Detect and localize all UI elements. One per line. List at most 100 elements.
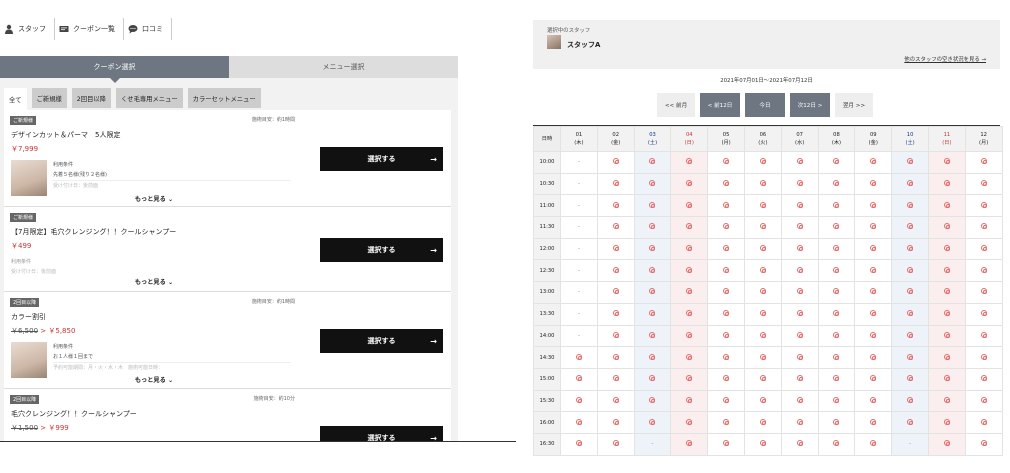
- available-slot[interactable]: [854, 237, 893, 261]
- available-slot[interactable]: [670, 194, 709, 218]
- available-slot[interactable]: [596, 346, 635, 369]
- available-slot[interactable]: [633, 367, 672, 391]
- available-slot[interactable]: [560, 411, 598, 434]
- available-slot[interactable]: [743, 324, 782, 348]
- available-slot[interactable]: [854, 389, 893, 413]
- available-slot[interactable]: [964, 151, 1003, 174]
- available-slot[interactable]: [670, 237, 709, 261]
- available-slot[interactable]: [707, 259, 745, 283]
- category-all[interactable]: 全て: [4, 88, 27, 110]
- available-slot[interactable]: [596, 259, 635, 283]
- show-more-link[interactable]: もっと見る ⌄: [4, 194, 304, 203]
- available-slot[interactable]: [670, 411, 709, 434]
- available-slot[interactable]: [927, 172, 966, 196]
- tab-coupon-select[interactable]: クーポン選択: [0, 56, 229, 83]
- available-slot[interactable]: [854, 281, 893, 304]
- available-slot[interactable]: [596, 411, 635, 434]
- available-slot[interactable]: [891, 324, 929, 348]
- available-slot[interactable]: [670, 281, 709, 304]
- available-slot[interactable]: [891, 172, 929, 196]
- today-button[interactable]: 今日: [745, 93, 785, 117]
- available-slot[interactable]: [780, 259, 819, 283]
- show-more-link[interactable]: もっと見る ⌄: [4, 375, 304, 384]
- available-slot[interactable]: [596, 389, 635, 413]
- available-slot[interactable]: [891, 302, 929, 326]
- nav-coupons[interactable]: クーポン一覧: [55, 18, 124, 40]
- next-month-button[interactable]: 翌月 >>: [835, 93, 873, 117]
- available-slot[interactable]: [927, 389, 966, 413]
- available-slot[interactable]: [743, 411, 782, 434]
- available-slot[interactable]: [817, 367, 856, 391]
- available-slot[interactable]: [891, 216, 929, 239]
- available-slot[interactable]: [633, 237, 672, 261]
- available-slot[interactable]: [743, 194, 782, 218]
- category-color-set[interactable]: カラーセットメニュー: [187, 88, 261, 108]
- available-slot[interactable]: [596, 324, 635, 348]
- nav-reviews[interactable]: 口コミ: [124, 18, 172, 40]
- available-slot[interactable]: [670, 259, 709, 283]
- available-slot[interactable]: [633, 259, 672, 283]
- available-slot[interactable]: [633, 151, 672, 174]
- available-slot[interactable]: [964, 216, 1003, 239]
- available-slot[interactable]: [854, 172, 893, 196]
- available-slot[interactable]: [596, 281, 635, 304]
- available-slot[interactable]: [743, 432, 782, 456]
- available-slot[interactable]: [927, 237, 966, 261]
- available-slot[interactable]: [707, 237, 745, 261]
- category-new[interactable]: ご新規様: [31, 88, 67, 108]
- available-slot[interactable]: [707, 302, 745, 326]
- available-slot[interactable]: [780, 346, 819, 369]
- available-slot[interactable]: [964, 346, 1003, 369]
- available-slot[interactable]: [780, 281, 819, 304]
- available-slot[interactable]: [780, 302, 819, 326]
- category-curly[interactable]: くせ毛専用メニュー: [115, 88, 183, 108]
- available-slot[interactable]: [560, 389, 598, 413]
- available-slot[interactable]: [817, 281, 856, 304]
- next-12-days-button[interactable]: 次12日 >: [790, 93, 830, 117]
- prev-12-days-button[interactable]: < 前12日: [700, 93, 740, 117]
- available-slot[interactable]: [964, 172, 1003, 196]
- available-slot[interactable]: [964, 281, 1003, 304]
- available-slot[interactable]: [780, 411, 819, 434]
- available-slot[interactable]: [596, 172, 635, 196]
- available-slot[interactable]: [743, 389, 782, 413]
- available-slot[interactable]: [670, 324, 709, 348]
- available-slot[interactable]: [707, 324, 745, 348]
- select-coupon-button[interactable]: 選択する →: [320, 238, 443, 262]
- select-coupon-button[interactable]: 選択する →: [320, 426, 443, 441]
- prev-month-button[interactable]: << 前月: [657, 93, 695, 117]
- available-slot[interactable]: [927, 281, 966, 304]
- available-slot[interactable]: [817, 432, 856, 456]
- available-slot[interactable]: [964, 324, 1003, 348]
- available-slot[interactable]: [854, 151, 893, 174]
- available-slot[interactable]: [854, 324, 893, 348]
- available-slot[interactable]: [817, 324, 856, 348]
- available-slot[interactable]: [670, 151, 709, 174]
- available-slot[interactable]: [633, 172, 672, 196]
- available-slot[interactable]: [633, 346, 672, 369]
- available-slot[interactable]: [964, 367, 1003, 391]
- available-slot[interactable]: [964, 389, 1003, 413]
- available-slot[interactable]: [780, 151, 819, 174]
- available-slot[interactable]: [817, 302, 856, 326]
- available-slot[interactable]: [854, 411, 893, 434]
- available-slot[interactable]: [633, 194, 672, 218]
- available-slot[interactable]: [817, 389, 856, 413]
- available-slot[interactable]: [707, 346, 745, 369]
- available-slot[interactable]: [707, 216, 745, 239]
- available-slot[interactable]: [670, 346, 709, 369]
- available-slot[interactable]: [964, 259, 1003, 283]
- tab-menu-select[interactable]: メニュー選択: [229, 56, 458, 78]
- available-slot[interactable]: [670, 216, 709, 239]
- available-slot[interactable]: [633, 411, 672, 434]
- available-slot[interactable]: [854, 432, 893, 456]
- show-more-link[interactable]: もっと見る ⌄: [4, 277, 304, 286]
- available-slot[interactable]: [817, 237, 856, 261]
- available-slot[interactable]: [817, 411, 856, 434]
- available-slot[interactable]: [670, 367, 709, 391]
- available-slot[interactable]: [891, 259, 929, 283]
- available-slot[interactable]: [780, 324, 819, 348]
- available-slot[interactable]: [964, 194, 1003, 218]
- available-slot[interactable]: [854, 346, 893, 369]
- available-slot[interactable]: [743, 281, 782, 304]
